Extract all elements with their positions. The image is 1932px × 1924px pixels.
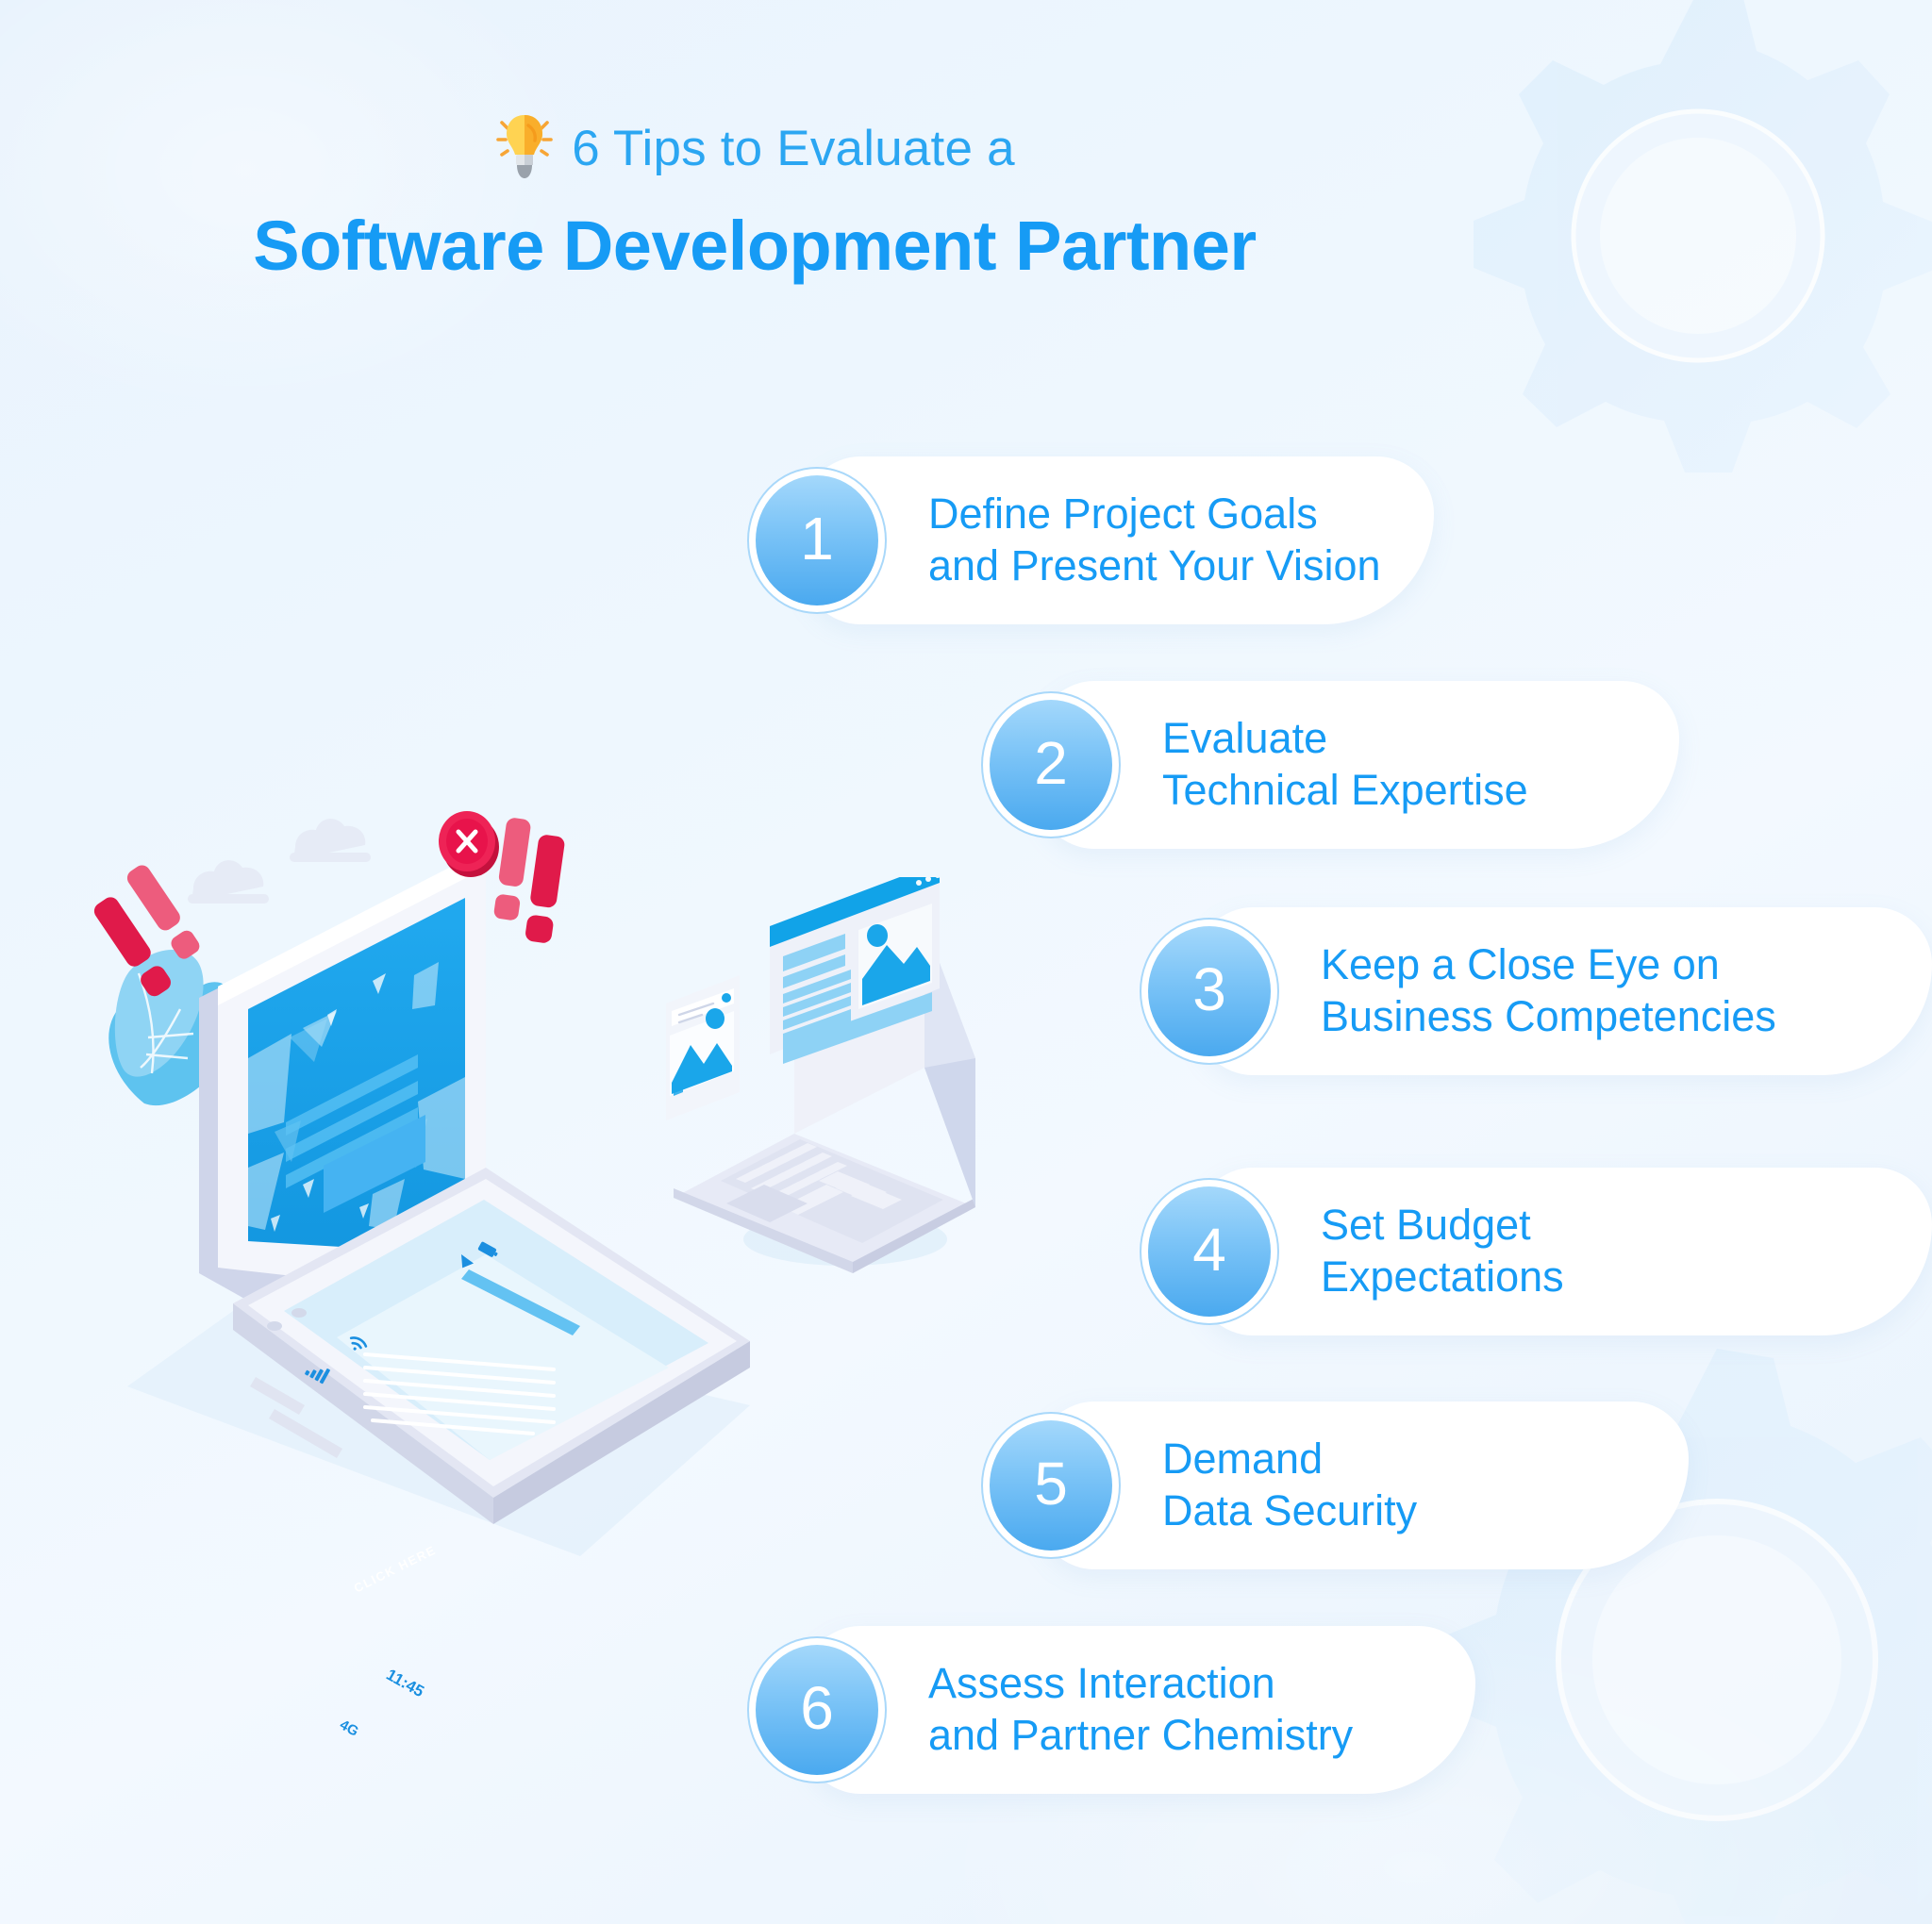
tip-line-1: Keep a Close Eye on (1321, 940, 1720, 989)
tip-line-1: Define Project Goals (928, 489, 1318, 539)
tip-number-badge: 2 (981, 691, 1121, 838)
tip-item[interactable]: 3 Keep a Close Eye on Business Competenc… (1140, 907, 1932, 1075)
tip-number: 3 (1192, 955, 1226, 1023)
close-x-icon[interactable] (439, 811, 499, 877)
tip-number: 4 (1192, 1216, 1226, 1284)
tip-text: Evaluate Technical Expertise (1162, 713, 1528, 817)
tip-number-badge: 6 (747, 1636, 887, 1783)
exclamation-mark-icon (493, 818, 531, 921)
badge-fill: 1 (756, 475, 878, 605)
tip-line-2: Expectations (1321, 1252, 1564, 1301)
tip-number-badge: 1 (747, 467, 887, 614)
mobile-window (666, 975, 740, 1120)
tip-number-badge: 4 (1140, 1178, 1279, 1325)
tip-item[interactable]: 1 Define Project Goals and Present Your … (747, 456, 1464, 624)
tip-line-2: Data Security (1162, 1486, 1418, 1534)
page-header: 6 Tips to Evaluate a Software Developmen… (0, 111, 1509, 286)
header-kicker-row: 6 Tips to Evaluate a (0, 111, 1509, 185)
tip-item[interactable]: 5 Demand Data Security (981, 1402, 1698, 1569)
tip-card-background (1196, 1168, 1932, 1335)
tip-item[interactable]: 6 Assess Interaction and Partner Chemist… (747, 1626, 1492, 1794)
tip-text: Keep a Close Eye on Business Competencie… (1321, 939, 1776, 1043)
tip-number: 1 (800, 505, 834, 572)
phone-time-label: 11:45 (383, 1665, 427, 1701)
tip-line-2: and Partner Chemistry (928, 1711, 1354, 1759)
tip-line-1: Demand (1162, 1435, 1324, 1484)
phone-network-label: 4G (337, 1717, 361, 1740)
tip-item[interactable]: 4 Set Budget Expectations (1140, 1168, 1932, 1335)
header-kicker-text: 6 Tips to Evaluate a (572, 120, 1015, 176)
tip-number-badge: 5 (981, 1412, 1121, 1559)
tip-item[interactable]: 2 Evaluate Technical Expertise (981, 681, 1698, 849)
badge-fill: 6 (756, 1645, 878, 1775)
page-title: Software Development Partner (253, 207, 1257, 285)
tip-text: Set Budget Expectations (1321, 1200, 1564, 1303)
tip-line-2: and Present Your Vision (928, 541, 1381, 589)
badge-fill: 2 (990, 700, 1112, 830)
tip-number: 6 (800, 1674, 834, 1742)
tip-text: Define Project Goals and Present Your Vi… (928, 489, 1381, 592)
tip-line-1: Assess Interaction (928, 1659, 1275, 1708)
badge-fill: 3 (1148, 926, 1271, 1056)
infographic-canvas: 6 Tips to Evaluate a Software Developmen… (0, 0, 1932, 1924)
tip-line-1: Set Budget (1321, 1201, 1531, 1250)
badge-fill: 4 (1148, 1186, 1271, 1317)
badge-fill: 5 (990, 1420, 1112, 1551)
tip-text: Assess Interaction and Partner Chemistry (928, 1658, 1353, 1762)
gear-icon (1474, 0, 1932, 473)
laptop-illustration (651, 862, 1009, 1273)
exclamation-mark-icon (525, 835, 565, 943)
tip-line-2: Technical Expertise (1162, 766, 1528, 814)
tip-line-1: Evaluate (1162, 714, 1328, 763)
lightbulb-icon (496, 115, 554, 178)
tip-line-2: Business Competencies (1321, 992, 1776, 1040)
tip-number: 5 (1034, 1450, 1068, 1518)
tip-number: 2 (1034, 729, 1068, 797)
tip-text: Demand Data Security (1162, 1434, 1417, 1537)
cloud-decor (188, 819, 371, 904)
tip-number-badge: 3 (1140, 918, 1279, 1065)
